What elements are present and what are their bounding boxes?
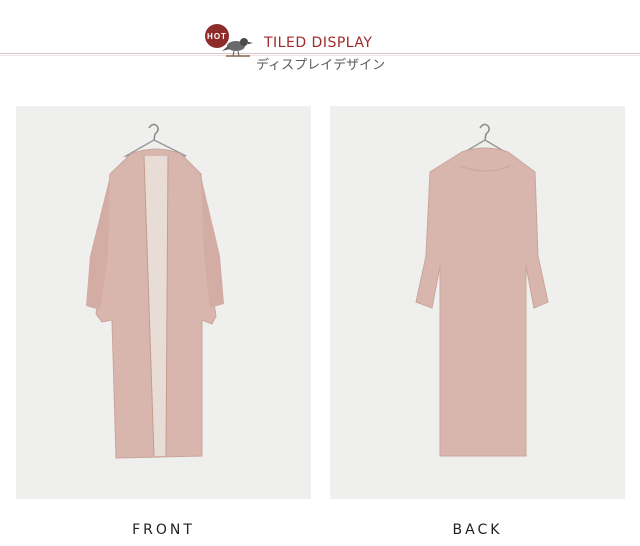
section-title: TILED DISPLAY [264, 35, 373, 51]
back-photo [330, 106, 625, 499]
front-caption: FRONT [132, 522, 195, 538]
front-photo [16, 106, 311, 499]
section-subtitle: ディスプレイデザイン [256, 58, 386, 73]
section-header: HOT TILED DISPLAY ディスプレイデザイン [0, 0, 640, 80]
cardigan-front-image [86, 123, 224, 459]
bird-icon [222, 38, 253, 57]
back-caption: BACK [452, 522, 503, 538]
cardigan-back-image [415, 123, 549, 457]
